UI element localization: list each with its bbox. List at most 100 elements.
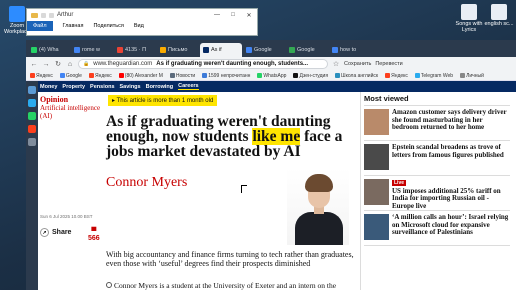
bookmark-item[interactable]: Яндекс — [30, 73, 53, 79]
browser-tab[interactable]: Google — [243, 43, 285, 57]
ribbon-tab-share[interactable]: Поделиться — [93, 23, 123, 29]
sidebar-app-icon[interactable] — [28, 99, 36, 107]
comment-count[interactable]: ▀ 566 — [88, 228, 100, 242]
desktop-icon-english[interactable]: english sc... — [482, 4, 516, 27]
tab-favicon-icon — [31, 47, 37, 53]
bookmark-item[interactable]: Дзен-студия — [293, 73, 328, 79]
save-button[interactable]: Сохранить — [344, 61, 371, 67]
most-viewed-item[interactable]: Epstein scandal broadens as trove of let… — [364, 141, 510, 176]
ribbon-tab-file[interactable]: Файл — [27, 21, 53, 31]
url-page-title: As if graduating weren't daunting enough… — [156, 61, 309, 67]
quick-access-icon[interactable] — [49, 12, 54, 18]
quick-access-icon[interactable] — [41, 12, 46, 18]
tab-label: how to — [340, 47, 357, 53]
article-meta: Opinion Artificial intelligence (AI) — [40, 96, 102, 121]
browser-tab[interactable]: Письмо — [157, 43, 199, 57]
share-button[interactable]: ↗ Share — [40, 228, 71, 237]
bookmark-favicon-icon — [293, 73, 299, 78]
most-viewed-text: Amazon customer says delivery driver she… — [392, 108, 507, 131]
bookmarks-bar: Яндекс Google Яндекс (80) Alexander M Новост… — [26, 71, 516, 81]
tab-label: As if — [211, 47, 222, 53]
article-byline[interactable]: Connor Myers — [106, 175, 187, 191]
browser-tab[interactable]: (4) Wha — [28, 43, 70, 57]
author-bio-text: Connor Myers is a student at the Univers… — [106, 281, 337, 290]
close-button[interactable]: ✕ — [241, 12, 257, 19]
subnav-link[interactable]: Careers — [178, 83, 199, 90]
bookmark-item[interactable]: Яндекс — [385, 73, 408, 79]
bookmark-item[interactable]: Личный — [460, 73, 484, 79]
window-controls: — □ ✕ — [209, 12, 257, 19]
sidebar-app-icon[interactable] — [28, 138, 36, 146]
tab-favicon-icon — [117, 47, 123, 53]
opinion-label[interactable]: Opinion — [40, 96, 102, 104]
back-icon[interactable]: ← — [30, 61, 38, 68]
browser-tab[interactable]: 4135 · П — [114, 43, 156, 57]
ribbon-tab-view[interactable]: Вид — [134, 23, 144, 29]
bookmark-item[interactable]: 1599 непрочитанн — [202, 73, 250, 79]
subnav-link[interactable]: Property — [62, 84, 85, 90]
bookmark-label: WhatsApp — [263, 72, 287, 79]
most-viewed-title: Most viewed — [364, 94, 510, 106]
bookmark-favicon-icon — [335, 73, 341, 78]
browser-sidebar — [26, 81, 38, 290]
document-icon — [491, 4, 507, 20]
bookmark-favicon-icon — [59, 73, 65, 78]
bookmark-item[interactable]: Telegram Web — [414, 73, 453, 79]
minimize-button[interactable]: — — [209, 12, 225, 19]
browser-tab[interactable]: rome w — [71, 43, 113, 57]
address-bar-row: ← → ↻ ⌂ 🔒 www.theguardian.com As if grad… — [26, 57, 516, 71]
most-viewed-thumbnail — [364, 179, 389, 205]
sidebar-app-icon[interactable] — [28, 112, 36, 120]
bookmark-label: Дзен-студия — [299, 72, 329, 79]
tab-favicon-icon — [332, 47, 338, 53]
most-viewed-thumbnail — [364, 214, 389, 240]
guardian-page: Money Property Pensions Savings Borrowing Car… — [38, 81, 516, 290]
bookmark-item[interactable]: (80) Alexander M — [118, 73, 163, 79]
tab-label: 4135 · П — [125, 47, 147, 53]
most-viewed-item[interactable]: Live US imposes additional 25% tariff on … — [364, 176, 510, 211]
bookmark-label: Яндекс — [94, 72, 112, 79]
bookmark-item[interactable]: Новости — [169, 72, 196, 79]
most-viewed-headline: Epstein scandal broadens as trove of let… — [392, 143, 510, 175]
bookmark-favicon-icon — [88, 73, 94, 78]
ribbon-tab-home[interactable]: Главная — [63, 23, 84, 29]
sidebar-app-icon[interactable] — [28, 125, 36, 133]
bookmark-label: Школа английск — [341, 72, 379, 79]
most-viewed-thumbnail — [364, 109, 389, 135]
most-viewed-item[interactable]: Amazon customer says delivery driver she… — [364, 106, 510, 141]
tab-strip: (4) Wha rome w 4135 · П Письмо As if Google Go… — [26, 40, 516, 57]
sidebar-app-icon[interactable] — [28, 86, 36, 94]
subnav-link[interactable]: Money — [40, 84, 57, 90]
section-label[interactable]: Artificial intelligence (AI) — [40, 104, 102, 120]
browser-tab[interactable]: how to — [329, 43, 371, 57]
desktop-icon-label: english sc... — [484, 21, 514, 27]
most-viewed-headline: Live US imposes additional 25% tariff on … — [392, 179, 510, 210]
maximize-button[interactable]: □ — [225, 12, 241, 19]
browser-tab[interactable]: Google — [286, 43, 328, 57]
subnav-link[interactable]: Borrowing — [146, 84, 174, 90]
document-icon — [461, 4, 477, 20]
bookmark-item[interactable]: Google — [59, 73, 82, 79]
bookmark-item[interactable]: Школа английск — [335, 73, 378, 79]
forward-icon[interactable]: → — [42, 61, 50, 68]
url-field[interactable]: 🔒 www.theguardian.com As if graduating w… — [78, 59, 328, 69]
bookmark-item[interactable]: Яндекс — [88, 72, 112, 79]
bookmark-favicon-icon — [118, 73, 124, 78]
desktop-icon-songs[interactable]: Songs with Lyrics — [452, 4, 486, 33]
article-headline: As if graduating weren't daunting enough… — [106, 114, 356, 160]
translate-button[interactable]: Перевести — [375, 61, 402, 67]
explorer-titlebar: Arthur — □ ✕ — [27, 9, 257, 21]
bookmark-star-icon[interactable]: ☆ — [332, 60, 340, 68]
age-warning-text: This article is more than 1 month old — [116, 98, 214, 104]
reload-icon[interactable]: ↻ — [54, 60, 62, 68]
bookmark-item[interactable]: WhatsApp — [257, 73, 286, 79]
subnav-link[interactable]: Savings — [120, 84, 141, 90]
subnav-link[interactable]: Pensions — [90, 84, 114, 90]
bookmark-label: Новости — [175, 72, 196, 79]
tab-label: Google — [254, 47, 272, 53]
browser-tab[interactable]: As if — [200, 43, 242, 57]
home-icon[interactable]: ⌂ — [66, 61, 74, 68]
most-viewed-item[interactable]: ‘A million calls an hour’: Israel relyin… — [364, 211, 510, 246]
file-explorer-window[interactable]: Arthur — □ ✕ Файл Главная Поделиться Вид — [26, 8, 258, 36]
bookmark-favicon-icon — [257, 73, 263, 78]
